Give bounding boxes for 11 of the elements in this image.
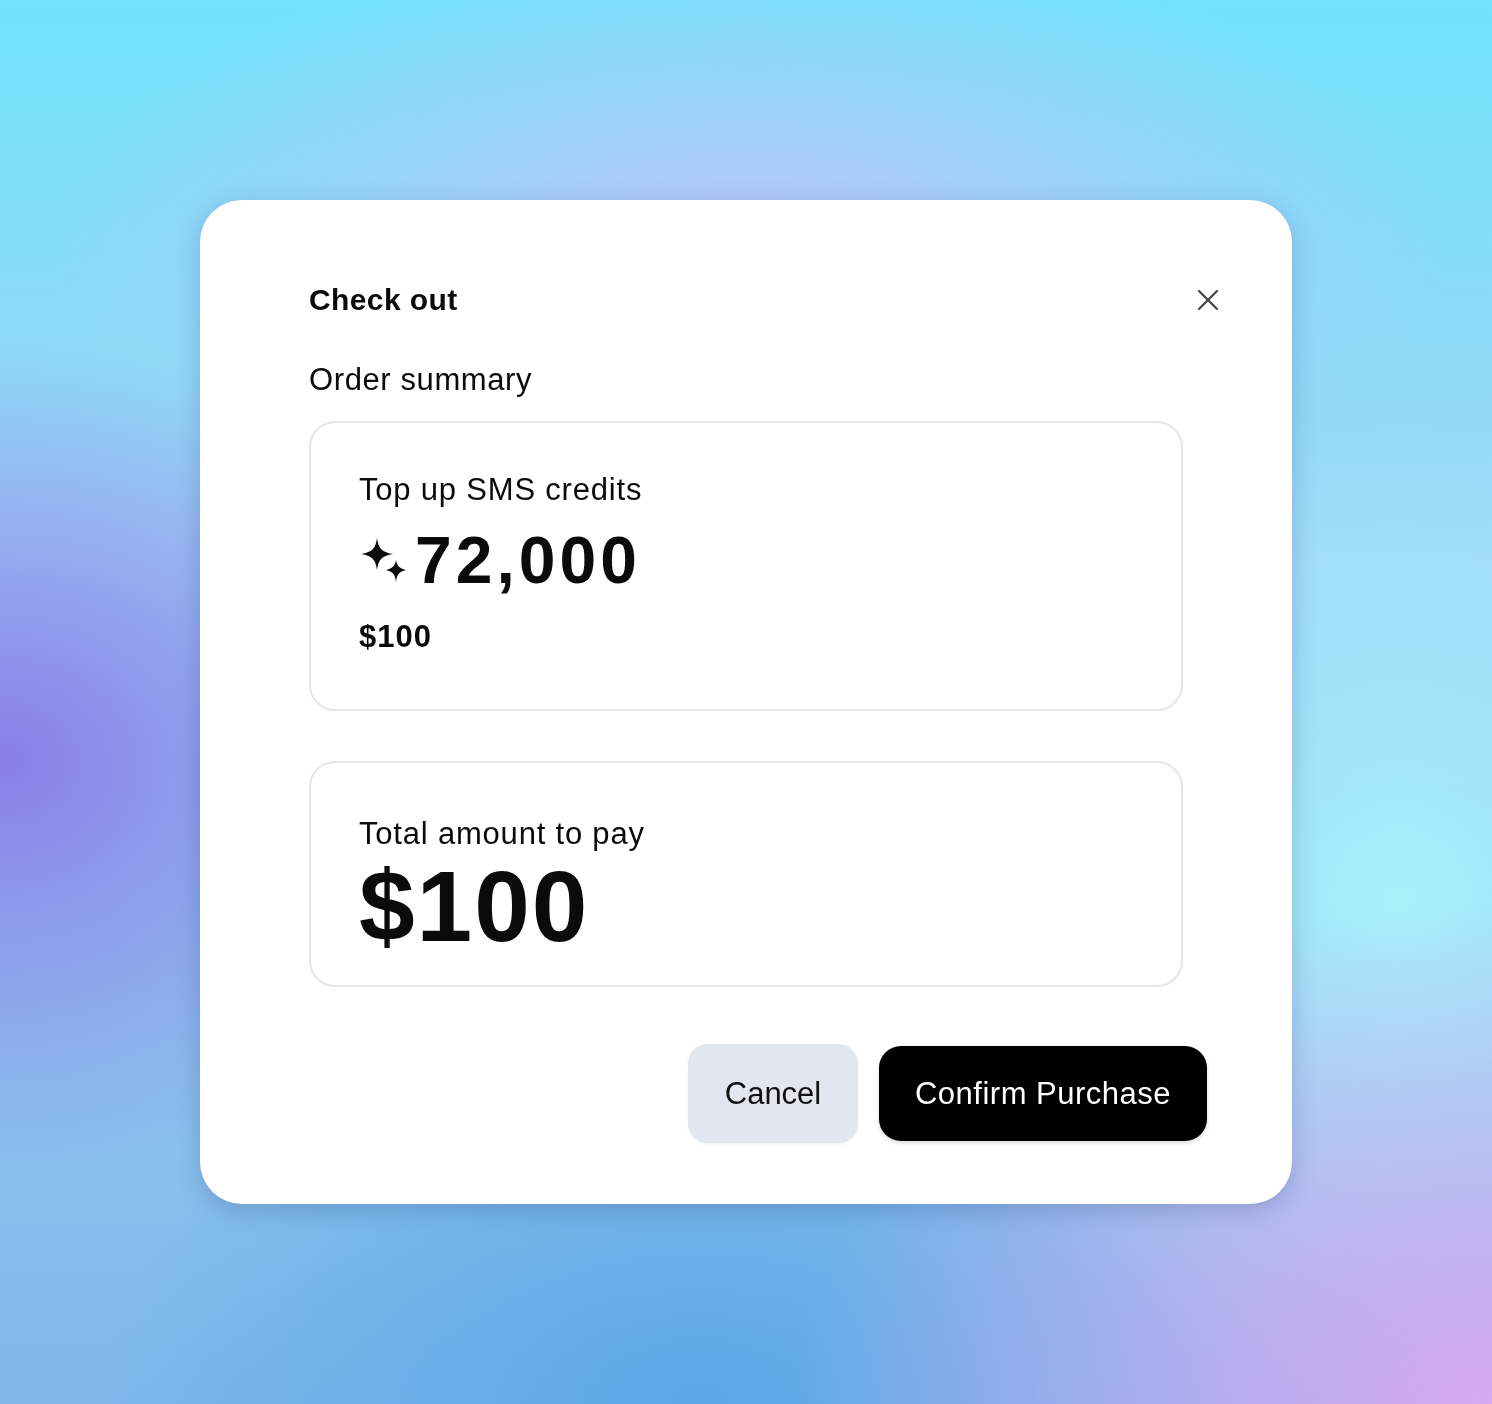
close-button[interactable] [1196, 288, 1220, 312]
cancel-button[interactable]: Cancel [688, 1044, 858, 1143]
confirm-button[interactable]: Confirm Purchase [879, 1046, 1207, 1141]
total-label: Total amount to pay [359, 816, 646, 852]
item-price: $100 [359, 619, 433, 655]
close-icon [1196, 288, 1220, 312]
dialog-title: Check out [309, 283, 458, 317]
item-label: Top up SMS credits [359, 472, 644, 508]
section-label: Order summary [309, 362, 534, 398]
credits-amount: 72,000 [415, 524, 641, 596]
total-amount: $100 [359, 856, 591, 956]
